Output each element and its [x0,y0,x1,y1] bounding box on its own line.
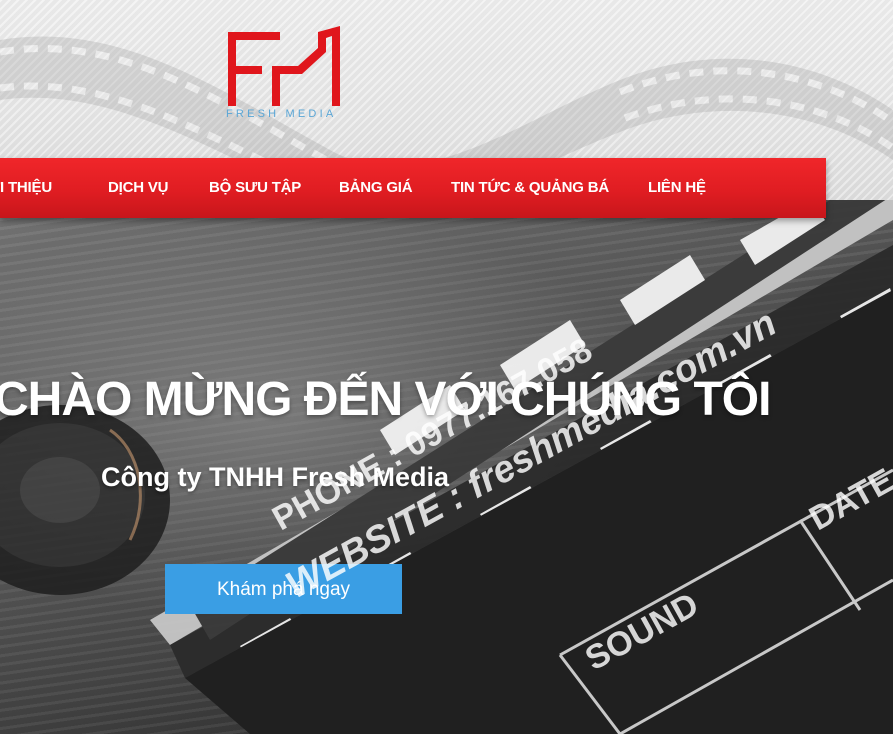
nav-item-pricing[interactable]: BẢNG GIÁ [339,158,413,218]
logo-text: FRESH MEDIA [226,108,337,120]
nav-item-about[interactable]: GIỚI THIỆU [0,158,52,218]
nav-item-gallery[interactable]: BỘ SƯU TẬP [209,158,301,218]
nav-item-news[interactable]: TIN TỨC & QUẢNG BÁ [451,158,609,218]
main-nav: GIỚI THIỆU DỊCH VỤ BỘ SƯU TẬP BẢNG GIÁ T… [0,158,826,218]
nav-item-services[interactable]: DỊCH VỤ [108,158,168,218]
nav-item-contact[interactable]: LIÊN HỆ [648,158,706,218]
film-reel-icon [0,405,170,595]
hero-banner: CHÀO MỪNG ĐẾN VỚI CHÚNG TÔI Công ty TNHH… [0,200,893,734]
fresh-media-logo[interactable] [222,22,347,122]
